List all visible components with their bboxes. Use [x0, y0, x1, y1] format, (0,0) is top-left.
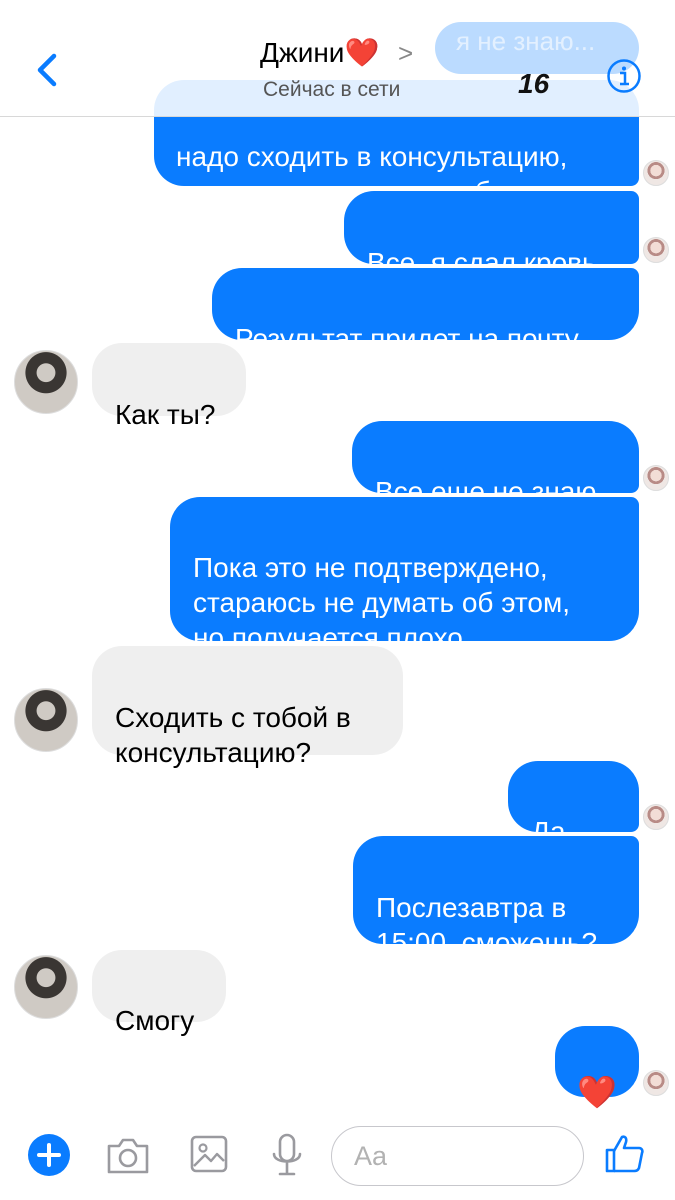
plus-icon[interactable]: [27, 1133, 71, 1177]
read-receipt-avatar: [643, 804, 669, 830]
chat-header: я не знаю... Джини❤️ > Сейчас в сети 16: [0, 0, 675, 117]
message-incoming[interactable]: Сходить с тобой в консультацию?: [92, 646, 403, 768]
heart-emoji: ❤️: [577, 1074, 617, 1110]
message-outgoing[interactable]: Все еще не знаю: [352, 421, 639, 507]
message-outgoing[interactable]: Да: [508, 761, 639, 883]
message-text: Послезавтра в 15:00, сможешь?: [376, 892, 598, 958]
message-outgoing[interactable]: Послезавтра в 15:00, сможешь?: [353, 836, 639, 958]
message-outgoing[interactable]: Пока это не подтверждено, стараюсь не ду…: [170, 497, 639, 689]
faded-message-text: я не знаю...: [456, 26, 596, 56]
message-input-placeholder: Aa: [354, 1141, 388, 1171]
overlay-number: 16: [518, 68, 550, 99]
message-outgoing[interactable]: Результат придет на почту: [212, 268, 639, 354]
microphone-icon[interactable]: [270, 1132, 304, 1178]
message-text: Результат придет на почту: [235, 323, 579, 354]
message-text: Смогу: [115, 1005, 195, 1036]
message-input[interactable]: Aa: [331, 1126, 584, 1186]
read-receipt-avatar: [643, 1070, 669, 1096]
message-text: Сходить с тобой в консультацию?: [115, 702, 351, 768]
read-receipt-avatar: [643, 237, 669, 263]
image-icon[interactable]: [189, 1134, 229, 1174]
read-receipt-avatar: [643, 465, 669, 491]
info-icon[interactable]: [606, 58, 642, 94]
contact-avatar[interactable]: [14, 350, 78, 414]
message-text: Пока это не подтверждено, стараюсь не ду…: [193, 552, 571, 653]
chevron-left-icon[interactable]: [30, 52, 66, 88]
message-text: Как ты?: [115, 399, 216, 430]
thumbs-up-icon[interactable]: [604, 1132, 646, 1174]
message-composer: Aa: [0, 1110, 675, 1200]
message-outgoing[interactable]: Все, я сдал кровь: [344, 191, 639, 278]
chevron-right-icon[interactable]: >: [398, 38, 413, 69]
camera-icon[interactable]: [105, 1136, 151, 1176]
contact-avatar[interactable]: [14, 688, 78, 752]
online-status: Сейчас в сети: [263, 78, 401, 101]
contact-name[interactable]: Джини❤️: [260, 36, 379, 69]
contact-avatar[interactable]: [14, 955, 78, 1019]
message-outgoing[interactable]: ❤️: [555, 1026, 639, 1110]
heart-emoji: ❤️: [344, 37, 380, 68]
read-receipt-avatar: [643, 160, 669, 186]
message-incoming[interactable]: Как ты?: [92, 343, 246, 430]
message-incoming[interactable]: Смогу: [92, 950, 226, 1036]
